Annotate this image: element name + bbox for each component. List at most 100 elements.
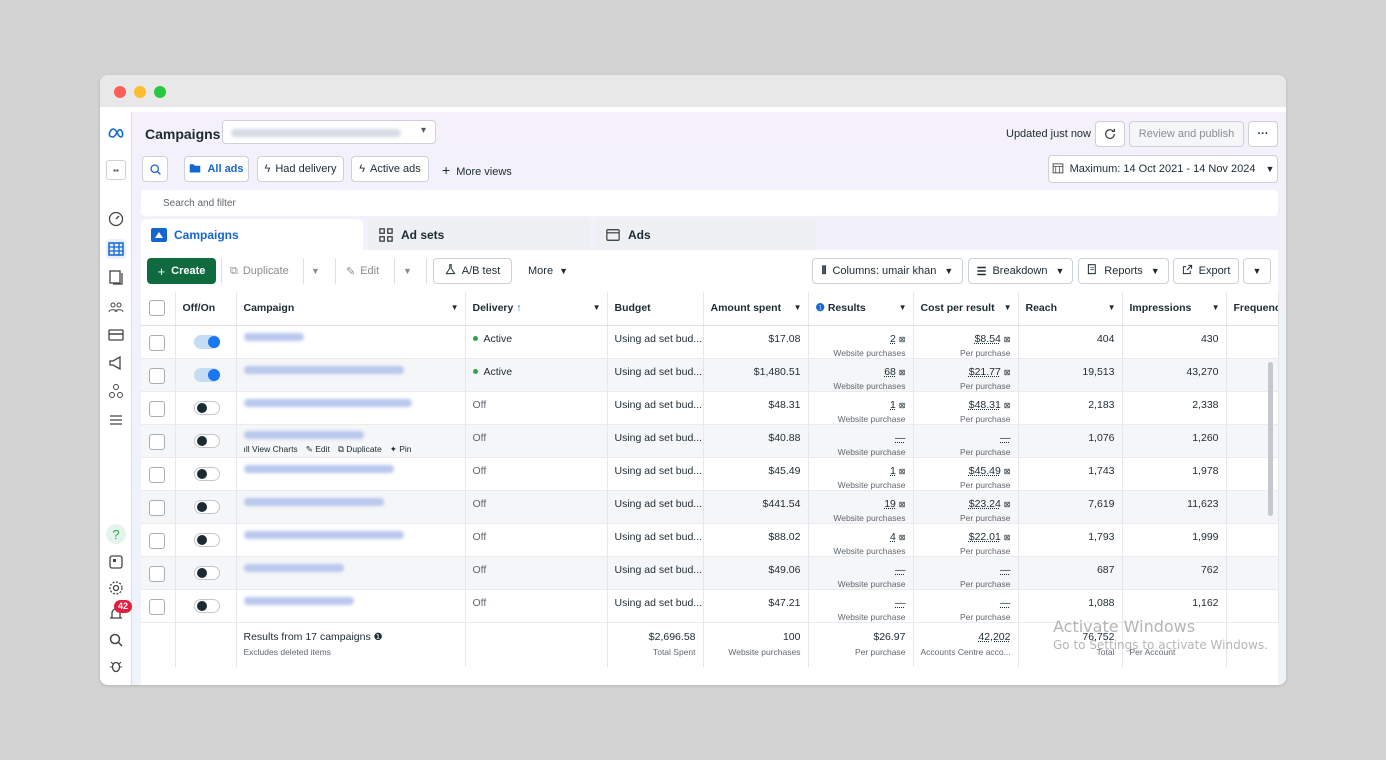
campaign-name-redacted[interactable] [243, 497, 384, 506]
campaign-toggle[interactable] [193, 565, 220, 580]
row-checkbox[interactable] [149, 466, 165, 483]
megaphone-icon[interactable] [106, 353, 126, 373]
close-window-button[interactable] [114, 86, 126, 98]
campaign-name-redacted[interactable] [243, 398, 412, 407]
campaigns-table-icon[interactable] [106, 239, 126, 259]
campaign-toggle[interactable] [193, 334, 220, 349]
table-row[interactable]: Off Using ad set bud... $47.21 — Website … [141, 589, 1279, 623]
row-checkbox[interactable] [149, 400, 165, 417]
date-range-picker[interactable]: Maximum: 14 Oct 2021 - 14 Nov 2024 ▼ [1048, 155, 1278, 183]
table-row[interactable]: ıll View Charts ✎ Edit ⧉ Duplicate ✦ Pin… [141, 424, 1279, 458]
tab-campaigns[interactable]: Campaigns [141, 219, 363, 251]
search-icon[interactable] [106, 630, 126, 650]
col-header-delivery[interactable]: Delivery ↑ ▼ [465, 292, 608, 326]
all-ads-view-button[interactable]: All ads [184, 156, 249, 182]
account-avatar[interactable]: ▪▪ [106, 160, 126, 180]
maximize-window-button[interactable] [154, 86, 166, 98]
table-row[interactable]: Off Using ad set bud... $45.49 1 ⊠ Websit… [141, 457, 1279, 491]
results-sub: Website purchases [833, 512, 906, 523]
refresh-button[interactable] [1095, 121, 1125, 147]
campaign-toggle[interactable] [193, 532, 220, 547]
col-header-reach[interactable]: Reach ▼ [1018, 292, 1123, 326]
search-filter-input[interactable]: Search and filter [141, 190, 1278, 216]
col-header-campaign[interactable]: Campaign ▼ [236, 292, 466, 326]
campaign-name-redacted[interactable] [243, 430, 364, 439]
billing-card-icon[interactable] [106, 325, 126, 345]
campaign-toggle[interactable] [193, 466, 220, 481]
col-header-budget[interactable]: Budget [607, 292, 704, 326]
search-button[interactable] [142, 156, 168, 182]
row-checkbox[interactable] [149, 499, 165, 516]
campaign-name-redacted[interactable] [243, 563, 344, 572]
menu-icon[interactable] [106, 410, 126, 430]
view-charts-link[interactable]: ıll View Charts [244, 444, 298, 455]
table-row[interactable]: Active Using ad set bud... $1,480.51 68 … [141, 358, 1279, 392]
more-views-button[interactable]: + More views [442, 162, 512, 178]
vertical-scrollbar[interactable] [1268, 362, 1273, 516]
col-header-results[interactable]: ❶ Results ▼ [808, 292, 914, 326]
tab-ad-sets[interactable]: Ad sets [368, 219, 590, 251]
table-row[interactable]: Off Using ad set bud... $88.02 4 ⊠ Websit… [141, 523, 1279, 557]
audiences-icon[interactable] [106, 297, 126, 317]
col-header-impressions[interactable]: Impressions ▼ [1122, 292, 1227, 326]
create-button[interactable]: + Create [147, 258, 216, 284]
campaign-name-redacted[interactable] [243, 365, 404, 374]
col-header-amount-spent[interactable]: Amount spent ▼ [703, 292, 809, 326]
row-checkbox[interactable] [149, 433, 165, 450]
duplicate-button[interactable]: ⧉ Duplicate [230, 258, 289, 284]
meta-logo-icon[interactable] [106, 123, 126, 143]
reports-button[interactable]: Reports ▼ [1078, 258, 1169, 284]
breakdown-button[interactable]: ☰ Breakdown ▼ [968, 258, 1073, 284]
documents-icon[interactable] [106, 267, 126, 287]
row-checkbox[interactable] [149, 565, 165, 582]
campaign-toggle[interactable] [193, 598, 220, 613]
news-feed-icon[interactable] [106, 552, 126, 572]
more-options-button[interactable]: ··· [1248, 121, 1278, 147]
ab-test-button[interactable]: A/B test [433, 258, 512, 284]
row-pin-link[interactable]: ✦ Pin [390, 444, 412, 455]
review-publish-button[interactable]: Review and publish [1129, 121, 1244, 147]
plus-icon: + [157, 263, 166, 279]
row-checkbox[interactable] [149, 532, 165, 549]
settings-gear-icon[interactable] [106, 578, 126, 598]
tab-ads[interactable]: Ads [595, 219, 817, 251]
duplicate-dropdown-button[interactable]: ▼ [311, 258, 320, 284]
campaign-toggle[interactable] [193, 367, 220, 382]
row-checkbox[interactable] [149, 367, 165, 384]
dashboard-icon[interactable] [106, 209, 126, 229]
export-dropdown-button[interactable]: ▼ [1243, 258, 1271, 284]
bug-report-icon[interactable] [106, 656, 126, 676]
columns-button[interactable]: ⦀ Columns: umair khan ▼ [812, 258, 963, 284]
campaign-name-redacted[interactable] [243, 530, 404, 539]
export-button[interactable]: Export [1173, 258, 1239, 284]
delivery-cell: Off [465, 589, 608, 623]
business-tools-icon[interactable] [106, 381, 126, 401]
table-row[interactable]: Off Using ad set bud... $48.31 1 ⊠ Websit… [141, 391, 1279, 425]
col-header-cost-per-result[interactable]: Cost per result ▼ [913, 292, 1019, 326]
row-duplicate-link[interactable]: ⧉ Duplicate [338, 444, 382, 455]
row-checkbox[interactable] [149, 334, 165, 351]
chevron-down-icon: ▼ [311, 266, 320, 276]
col-header-off-on[interactable]: Off/On [175, 292, 237, 326]
campaign-name-redacted[interactable] [243, 596, 354, 605]
more-actions-button[interactable]: More ▼ [528, 258, 568, 284]
campaign-name-redacted[interactable] [243, 332, 304, 341]
had-delivery-view-button[interactable]: ϟ Had delivery [257, 156, 344, 182]
row-checkbox[interactable] [149, 598, 165, 615]
edit-dropdown-button[interactable]: ▼ [403, 258, 412, 284]
campaign-toggle[interactable] [193, 433, 220, 448]
campaign-toggle[interactable] [193, 400, 220, 415]
row-edit-link[interactable]: ✎ Edit [306, 444, 330, 455]
table-row[interactable]: Active Using ad set bud... $17.08 2 ⊠ Web… [141, 325, 1279, 359]
campaign-toggle[interactable] [193, 499, 220, 514]
minimize-window-button[interactable] [134, 86, 146, 98]
col-header-frequency[interactable]: Frequenc [1226, 292, 1279, 326]
campaign-name-redacted[interactable] [243, 464, 394, 473]
select-all-checkbox[interactable] [149, 300, 165, 317]
active-ads-view-button[interactable]: ϟ Active ads [351, 156, 429, 182]
ad-account-selector[interactable]: ▾ [222, 120, 436, 144]
table-row[interactable]: Off Using ad set bud... $441.54 19 ⊠ Webs… [141, 490, 1279, 524]
table-row[interactable]: Off Using ad set bud... $49.06 — Website … [141, 556, 1279, 590]
edit-button[interactable]: ✎ Edit [346, 258, 379, 284]
help-icon[interactable]: ? [106, 524, 126, 544]
